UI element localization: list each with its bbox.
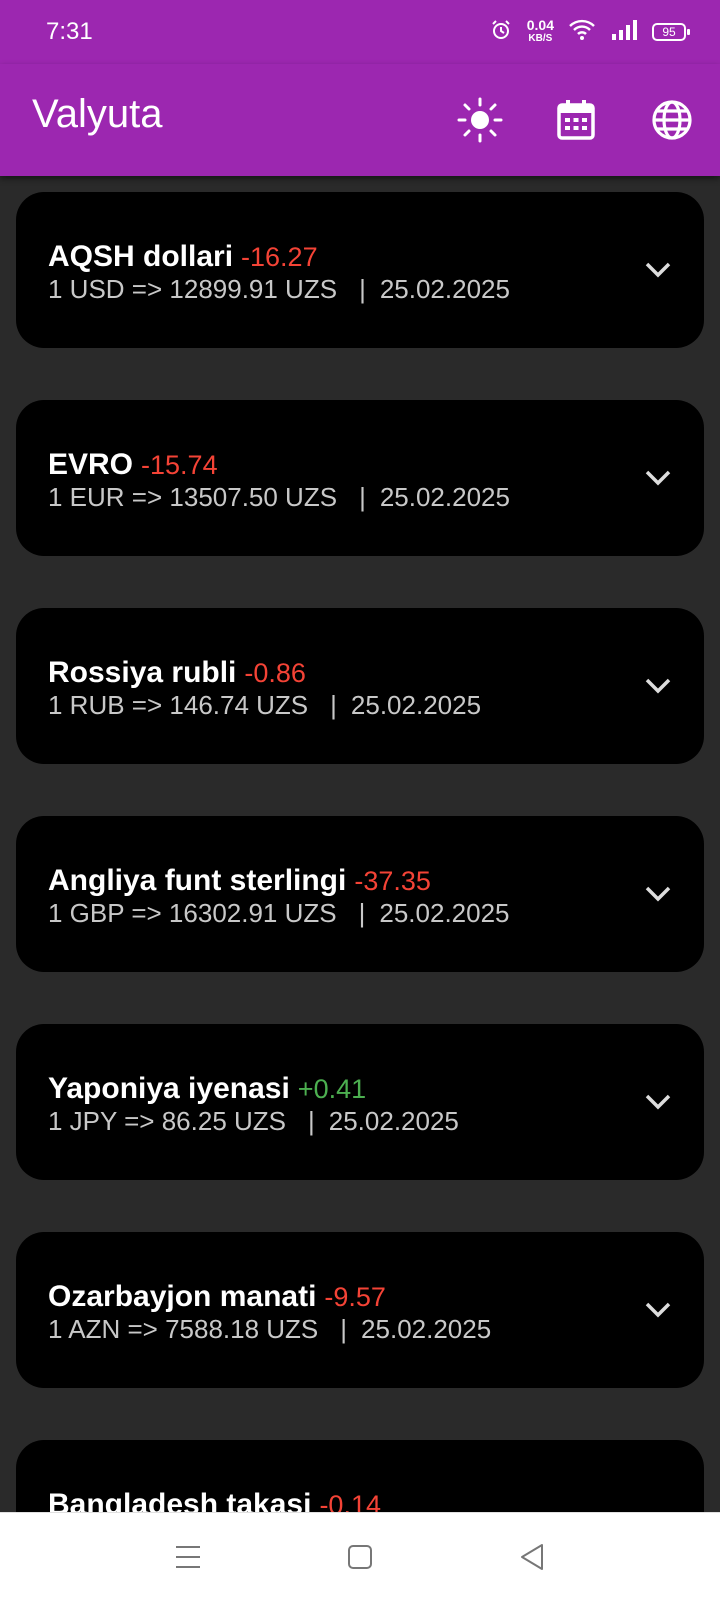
currency-title-line: AQSH dollari -16.27: [48, 240, 318, 274]
currency-name: Ozarbayjon manati: [48, 1280, 317, 1313]
back-button[interactable]: [510, 1535, 554, 1579]
currency-title-line: EVRO -15.74: [48, 448, 218, 482]
currency-date: 25.02.2025: [379, 898, 510, 928]
network-speed: 0.04 KB/S: [526, 17, 554, 45]
currency-name: Bangladesh takasi: [48, 1488, 312, 1512]
expand-button[interactable]: [640, 252, 676, 288]
currency-title-line: Yaponiya iyenasi +0.41: [48, 1072, 366, 1106]
currency-card[interactable]: Rossiya rubli -0.86 1 RUB => 146.74 UZS | 2…: [16, 608, 704, 764]
separator: |: [358, 898, 366, 928]
currency-rate-line: 1 USD => 12899.91 UZS | 25.02.2025: [48, 274, 510, 305]
currency-date: 25.02.2025: [379, 482, 510, 512]
currency-title-line: Rossiya rubli -0.86: [48, 656, 306, 690]
currency-rate: 1 JPY => 86.25 UZS: [48, 1106, 286, 1136]
menu-icon: [176, 1546, 200, 1568]
currency-title-line: Bangladesh takasi -0.14: [48, 1488, 381, 1512]
language-button[interactable]: [648, 96, 696, 144]
currency-card[interactable]: Ozarbayjon manati -9.57 1 AZN => 7588.18 …: [16, 1232, 704, 1388]
sun-icon: [457, 97, 503, 143]
app-bar: Valyuta: [0, 64, 720, 176]
chevron-down-icon: [645, 1302, 671, 1318]
battery-level: 95: [662, 25, 676, 39]
chevron-down-icon: [645, 262, 671, 278]
signal-icon: [610, 19, 638, 46]
currency-rate-line: 1 GBP => 16302.91 UZS | 25.02.2025: [48, 898, 510, 929]
wifi-icon: [568, 18, 596, 47]
currency-rate: 1 EUR => 13507.50 UZS: [48, 482, 338, 512]
chevron-down-icon: [645, 1094, 671, 1110]
currency-card[interactable]: Yaponiya iyenasi +0.41 1 JPY => 86.25 UZS…: [16, 1024, 704, 1180]
theme-toggle-button[interactable]: [456, 96, 504, 144]
currency-card[interactable]: AQSH dollari -16.27 1 USD => 12899.91 UZS…: [16, 192, 704, 348]
home-square-icon: [348, 1545, 372, 1569]
globe-icon: [652, 100, 692, 140]
battery-indicator: 95: [652, 23, 690, 41]
currency-diff: -0.14: [319, 1490, 381, 1512]
separator: |: [340, 1314, 348, 1344]
calendar-button[interactable]: [552, 96, 600, 144]
expand-button[interactable]: [640, 668, 676, 704]
currency-rate-line: 1 AZN => 7588.18 UZS | 25.02.2025: [48, 1314, 491, 1345]
currency-title-line: Ozarbayjon manati -9.57: [48, 1280, 386, 1314]
home-button[interactable]: [338, 1535, 382, 1579]
separator: |: [359, 274, 366, 304]
status-time: 7:31: [46, 18, 93, 45]
net-speed-unit: KB/S: [528, 33, 553, 44]
currency-card[interactable]: EVRO -15.74 1 EUR => 13507.50 UZS | 25.02.2…: [16, 400, 704, 556]
net-speed-value: 0.04: [526, 17, 554, 33]
currency-rate: 1 USD => 12899.91 UZS: [48, 274, 338, 304]
currency-name: Angliya funt sterlingi: [48, 864, 347, 897]
expand-button[interactable]: [640, 876, 676, 912]
currency-diff: +0.41: [297, 1074, 367, 1104]
separator: |: [330, 690, 337, 720]
currency-diff: -0.86: [244, 658, 306, 688]
currency-rate: 1 GBP => 16302.91 UZS: [48, 898, 337, 928]
currency-diff: -15.74: [141, 450, 218, 480]
chevron-down-icon: [645, 678, 671, 694]
currency-diff: -9.57: [324, 1282, 386, 1312]
currency-name: Yaponiya iyenasi: [48, 1072, 290, 1105]
currency-name: AQSH dollari: [48, 240, 234, 273]
status-bar: 7:31 0.04 KB/S 95: [0, 0, 720, 64]
recents-button[interactable]: [166, 1535, 210, 1579]
alarm-icon: [489, 18, 513, 47]
currency-date: 25.02.2025: [328, 1106, 459, 1136]
currency-card[interactable]: Angliya funt sterlingi -37.35 1 GBP => 16…: [16, 816, 704, 972]
currency-rate-line: 1 EUR => 13507.50 UZS | 25.02.2025: [48, 482, 510, 513]
currency-name: Rossiya rubli: [48, 656, 237, 689]
app-title: Valyuta: [32, 92, 163, 136]
system-nav-bar: [0, 1512, 720, 1601]
currency-rate-line: 1 RUB => 146.74 UZS | 25.02.2025: [48, 690, 481, 721]
status-icons: 0.04 KB/S 95: [489, 14, 690, 50]
currency-date: 25.02.2025: [350, 690, 482, 720]
expand-button[interactable]: [640, 460, 676, 496]
chevron-down-icon: [645, 886, 671, 902]
expand-button[interactable]: [640, 1292, 676, 1328]
currency-rate: 1 AZN => 7588.18 UZS: [48, 1314, 319, 1344]
currency-date: 25.02.2025: [379, 274, 510, 304]
currency-name: EVRO: [48, 448, 134, 481]
expand-button[interactable]: [640, 1084, 676, 1120]
currency-diff: -16.27: [241, 242, 318, 272]
separator: |: [308, 1106, 315, 1136]
currency-list[interactable]: AQSH dollari -16.27 1 USD => 12899.91 UZS…: [0, 176, 720, 1512]
separator: |: [359, 482, 366, 512]
currency-rate: 1 RUB => 146.74 UZS: [48, 690, 309, 720]
currency-rate-line: 1 JPY => 86.25 UZS | 25.02.2025: [48, 1106, 459, 1137]
currency-date: 25.02.2025: [361, 1314, 492, 1344]
back-triangle-icon: [521, 1544, 543, 1570]
currency-title-line: Angliya funt sterlingi -37.35: [48, 864, 431, 898]
chevron-down-icon: [645, 470, 671, 486]
calendar-icon: [557, 100, 595, 140]
currency-diff: -37.35: [354, 866, 431, 896]
currency-card[interactable]: Bangladesh takasi -0.14: [16, 1440, 704, 1512]
